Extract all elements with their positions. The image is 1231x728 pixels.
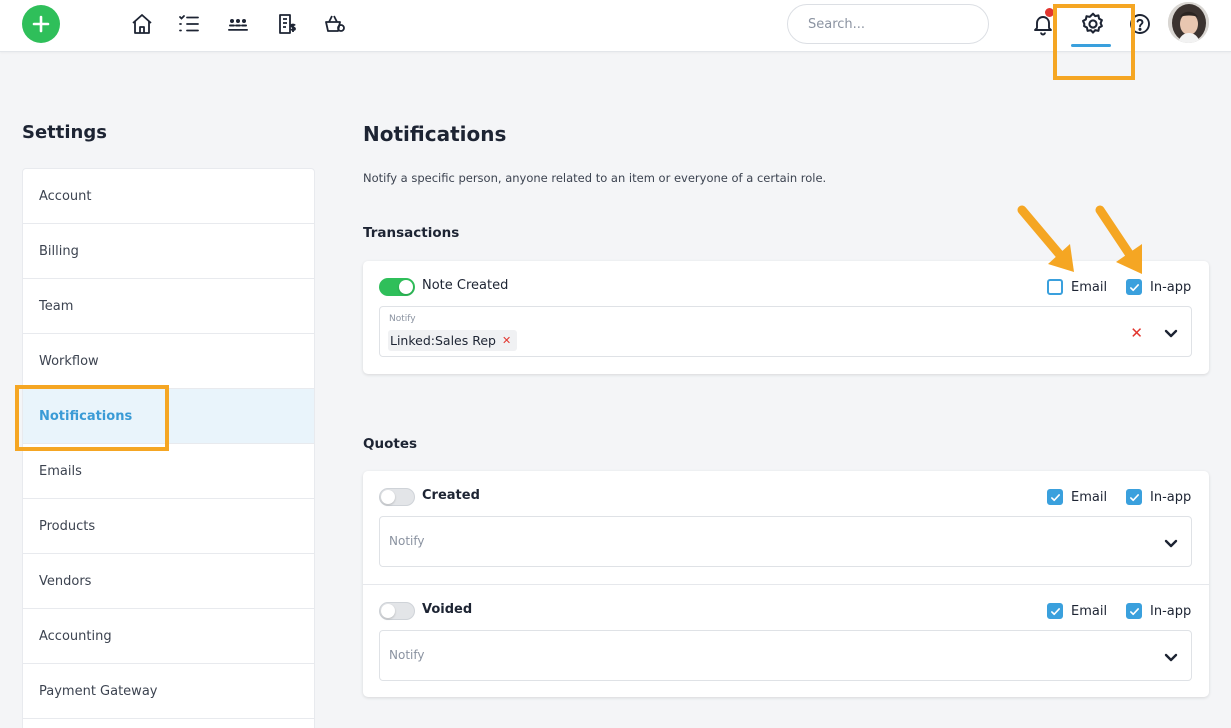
sidebar-item-products[interactable]: Products <box>23 499 314 554</box>
help-icon[interactable] <box>1128 12 1152 36</box>
notify-placeholder: Notify <box>389 648 425 662</box>
sidebar-item-notifications[interactable]: Notifications <box>23 389 314 444</box>
page-title: Notifications <box>363 122 507 146</box>
gear-icon[interactable] <box>1080 11 1106 37</box>
quotes-card: Created Email In-app Notify Voided Email… <box>363 471 1209 697</box>
check-icon <box>1129 607 1139 615</box>
toggle-knob <box>381 490 395 504</box>
page-description: Notify a specific person, anyone related… <box>363 171 827 185</box>
top-bar <box>0 0 1231 52</box>
transactions-card: Note Created Email In-app Notify Linked:… <box>363 261 1209 374</box>
remove-tag-icon[interactable]: ✕ <box>502 334 511 347</box>
sidebar-item-accounting[interactable]: Accounting <box>23 609 314 664</box>
sidebar-item-emails[interactable]: Emails <box>23 444 314 499</box>
plus-icon <box>32 15 50 33</box>
checkbox-box <box>1047 603 1063 619</box>
rule-row-created: Created Email In-app Notify <box>363 471 1209 584</box>
search-input[interactable] <box>787 4 989 44</box>
sidebar-item-payment-gateway[interactable]: Payment Gateway <box>23 664 314 719</box>
email-checkbox[interactable]: Email <box>1047 489 1107 505</box>
email-checkbox[interactable]: Email <box>1047 603 1107 619</box>
email-label: Email <box>1071 603 1108 619</box>
sidebar-title: Settings <box>22 122 107 143</box>
toggle-knob <box>381 604 395 618</box>
add-button[interactable] <box>22 5 60 43</box>
chevron-down-icon[interactable] <box>1163 325 1179 341</box>
sidebar-item-vendors[interactable]: Vendors <box>23 554 314 609</box>
sidebar-item-billing[interactable]: Billing <box>23 224 314 279</box>
inapp-label: In-app <box>1150 279 1192 295</box>
rule-name: Voided <box>422 602 473 617</box>
inapp-label: In-app <box>1150 489 1192 505</box>
settings-sidebar: Account Billing Team Workflow Notificati… <box>22 168 315 728</box>
checkbox-box <box>1047 489 1063 505</box>
sidebar-item-workflow[interactable]: Workflow <box>23 334 314 389</box>
notify-select[interactable]: Notify Linked:Sales Rep ✕ ✕ <box>379 306 1192 357</box>
notify-label: Notify <box>389 314 416 324</box>
check-icon <box>1129 283 1139 291</box>
notify-select[interactable]: Notify <box>379 516 1192 567</box>
list-icon[interactable] <box>177 12 201 36</box>
email-checkbox[interactable]: Email <box>1047 279 1107 295</box>
notify-select[interactable]: Notify <box>379 630 1192 681</box>
team-icon[interactable] <box>226 12 250 36</box>
rule-name: Note Created <box>422 278 509 293</box>
tag-label: Linked:Sales Rep <box>390 333 496 348</box>
inapp-checkbox[interactable]: In-app <box>1126 279 1191 295</box>
invoice-icon[interactable] <box>275 12 299 36</box>
notification-badge <box>1045 8 1054 17</box>
notify-placeholder: Notify <box>389 534 425 548</box>
products-icon[interactable] <box>323 12 347 36</box>
notify-tag: Linked:Sales Rep ✕ <box>388 330 518 351</box>
rule-toggle[interactable] <box>379 278 415 296</box>
rule-row-note-created: Note Created Email In-app Notify Linked:… <box>363 261 1209 374</box>
check-icon <box>1050 607 1060 615</box>
checkbox-box <box>1047 279 1063 295</box>
email-label: Email <box>1071 279 1108 295</box>
sidebar-item-account[interactable]: Account <box>23 169 314 224</box>
rule-name: Created <box>422 488 480 503</box>
check-icon <box>1129 493 1139 501</box>
avatar[interactable] <box>1168 2 1209 43</box>
checkbox-box <box>1126 603 1142 619</box>
toggle-knob <box>399 280 413 294</box>
checkbox-box <box>1126 279 1142 295</box>
chevron-down-icon[interactable] <box>1163 649 1179 665</box>
inapp-label: In-app <box>1150 603 1192 619</box>
active-tab-indicator <box>1071 44 1111 47</box>
sidebar-item-team[interactable]: Team <box>23 279 314 334</box>
section-title-quotes: Quotes <box>363 436 418 452</box>
inapp-checkbox[interactable]: In-app <box>1126 489 1191 505</box>
clear-icon[interactable]: ✕ <box>1130 324 1143 342</box>
rule-row-voided: Voided Email In-app Notify <box>363 584 1209 697</box>
check-icon <box>1050 493 1060 501</box>
rule-toggle[interactable] <box>379 488 415 506</box>
email-label: Email <box>1071 489 1108 505</box>
home-icon[interactable] <box>130 12 154 36</box>
inapp-checkbox[interactable]: In-app <box>1126 603 1191 619</box>
rule-toggle[interactable] <box>379 602 415 620</box>
checkbox-box <box>1126 489 1142 505</box>
chevron-down-icon[interactable] <box>1163 535 1179 551</box>
section-title-transactions: Transactions <box>363 225 460 241</box>
